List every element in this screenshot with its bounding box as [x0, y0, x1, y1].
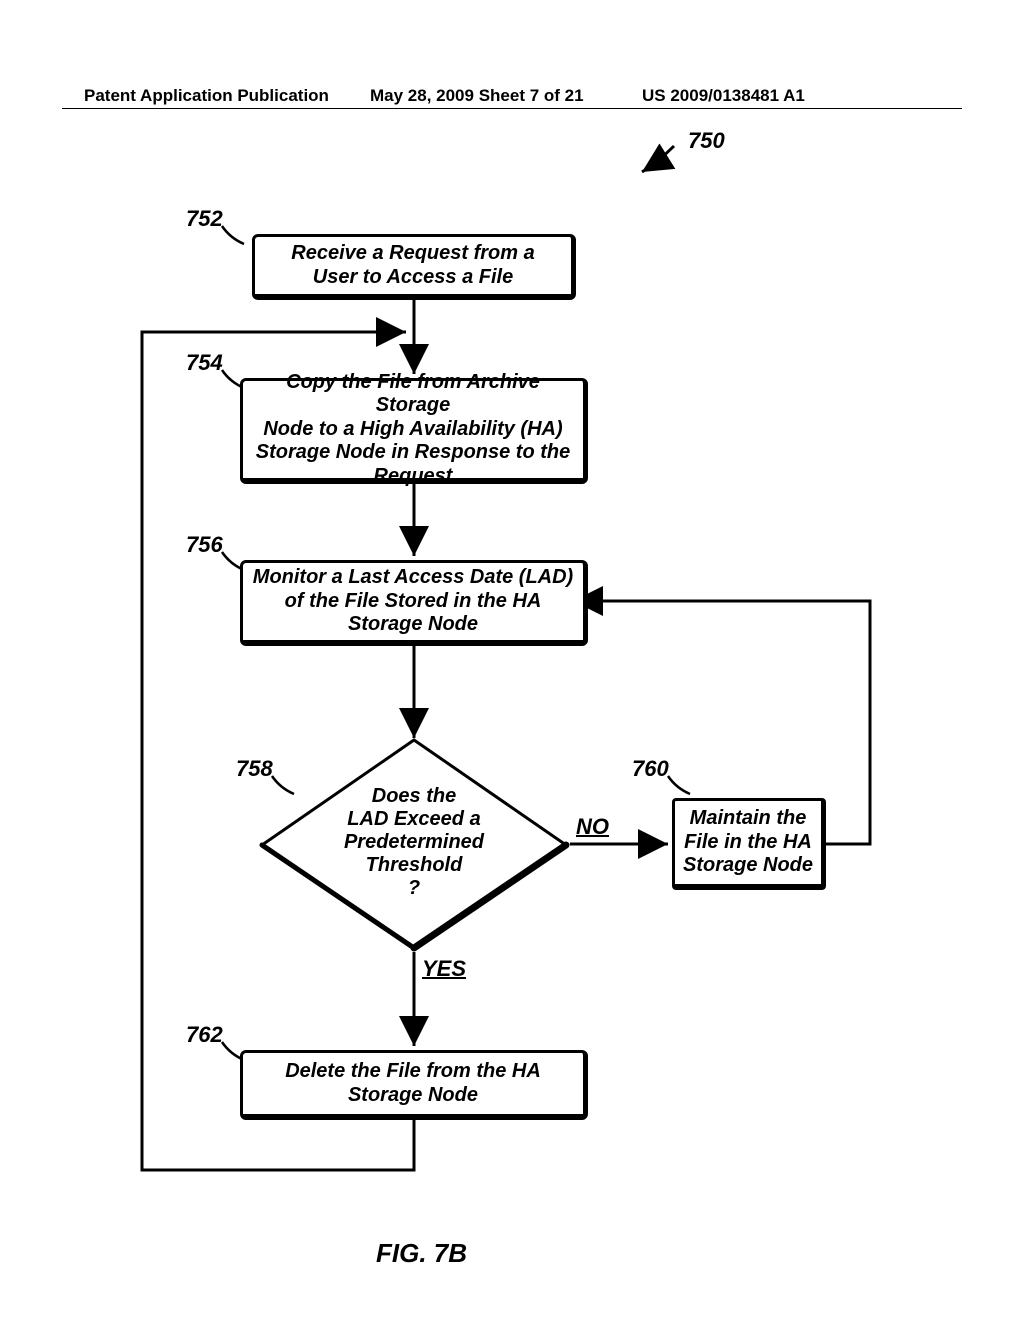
edge-no: NO: [576, 814, 609, 840]
header-left: Patent Application Publication: [84, 86, 329, 106]
node-754-text: Copy the File from Archive Storage Node …: [249, 371, 577, 489]
node-752: Receive a Request from a User to Access …: [252, 234, 576, 300]
edge-yes: YES: [422, 956, 466, 982]
header-mid: May 28, 2009 Sheet 7 of 21: [370, 86, 584, 106]
ref-760: 760: [632, 756, 669, 782]
node-762-text: Delete the File from the HA Storage Node: [285, 1060, 541, 1107]
ref-750: 750: [688, 128, 725, 154]
node-752-text: Receive a Request from a User to Access …: [291, 242, 534, 289]
node-756: Monitor a Last Access Date (LAD) of the …: [240, 560, 588, 646]
node-758: Does the LAD Exceed a Predetermined Thre…: [258, 738, 570, 952]
node-762: Delete the File from the HA Storage Node: [240, 1050, 588, 1120]
header-right: US 2009/0138481 A1: [642, 86, 805, 106]
ref-756: 756: [186, 532, 223, 558]
node-760: Maintain the File in the HA Storage Node: [672, 798, 826, 890]
node-756-text: Monitor a Last Access Date (LAD) of the …: [253, 566, 573, 637]
flowchart: 750 752 Receive a Request from a User to…: [62, 126, 962, 1246]
ref-752: 752: [186, 206, 223, 232]
node-760-text: Maintain the File in the HA Storage Node: [683, 807, 813, 878]
ref-754: 754: [186, 350, 223, 376]
figure-caption: FIG. 7B: [376, 1238, 467, 1269]
node-758-text: Does the LAD Exceed a Predetermined Thre…: [299, 785, 529, 900]
header-rule: [62, 108, 962, 109]
ref-762: 762: [186, 1022, 223, 1048]
node-754: Copy the File from Archive Storage Node …: [240, 378, 588, 484]
